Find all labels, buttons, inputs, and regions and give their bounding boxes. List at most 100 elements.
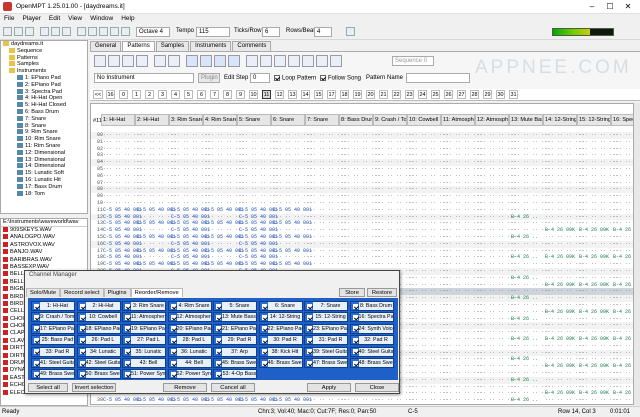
channel-toggle-button[interactable]: 24: Synth Voice	[349, 323, 394, 334]
channel-check-icon[interactable]	[34, 337, 39, 343]
channel-header[interactable]: 3: Rim Snare	[169, 114, 203, 126]
tree-item[interactable]: 15: Lunatic Soft	[1, 170, 87, 177]
menu-edit[interactable]: Edit	[45, 14, 64, 22]
channel-check-icon[interactable]	[307, 303, 312, 309]
channel-toggle-button[interactable]: 4: Rim Snare	[167, 301, 212, 311]
pattern-cell[interactable]: B-4 26 09K	[579, 390, 609, 397]
pattern-cell[interactable]: ··· ·· ·· ···	[613, 295, 633, 302]
order-item[interactable]: 26	[444, 90, 453, 99]
order-item[interactable]: 21	[379, 90, 388, 99]
follow-song-checkbox[interactable]: Follow Song	[320, 75, 361, 82]
pattern-cell[interactable]: B-4 26 ..	[511, 316, 538, 323]
tree-item[interactable]: Patterns	[1, 55, 87, 62]
channel-check-icon[interactable]	[125, 337, 130, 343]
channel-toggle-button[interactable]: 15: 12-String	[304, 312, 348, 323]
pattern-cell[interactable]: ··· ·· ·· ···	[613, 316, 633, 323]
tree-item[interactable]: 3: Spectra Pad	[1, 89, 87, 96]
pattern-cell[interactable]: B-4 26 ..	[511, 377, 538, 384]
pattern-cell[interactable]: ··· ·· ·· ···	[613, 152, 633, 159]
channel-toggle-button[interactable]: 26: Pad L	[76, 335, 121, 346]
menu-file[interactable]: File	[0, 14, 18, 22]
channel-header[interactable]: 6: Snare	[271, 114, 305, 126]
channel-header[interactable]: 8: Bass Drum	[339, 114, 373, 126]
channel-toggle-button[interactable]: 17: EPiano Pad	[31, 323, 75, 334]
pattern-cell[interactable]: B-4 26 09K	[613, 282, 633, 289]
channel-check-icon[interactable]	[216, 349, 221, 355]
channel-toggle-button[interactable]: 16: Spectra Pad	[349, 312, 394, 323]
channel-toggle-button[interactable]: 42: Steel Guitar	[76, 358, 121, 368]
pattern-cell[interactable]: ··· ·· ·· ···	[613, 193, 633, 200]
channel-check-icon[interactable]	[34, 314, 39, 320]
channel-header[interactable]: 1: Hi-Hat	[101, 114, 135, 126]
insert-pattern-icon[interactable]	[154, 55, 166, 67]
channel-check-icon[interactable]	[352, 360, 358, 366]
pattern-cell[interactable]: B-4 26 09K	[613, 336, 633, 343]
channel-check-icon[interactable]	[79, 349, 85, 355]
minimize-button[interactable]: –	[586, 2, 598, 12]
pattern-cell[interactable]: B-4 26 09K	[545, 363, 575, 370]
pattern-cell[interactable]: ··· ·· ·· ···	[613, 248, 633, 255]
channel-check-icon[interactable]	[170, 349, 176, 355]
channel-check-icon[interactable]	[170, 337, 176, 343]
channel-check-icon[interactable]	[34, 303, 39, 309]
tree-item[interactable]: 9: Rim Snare	[1, 129, 87, 136]
channel-check-icon[interactable]	[307, 326, 312, 332]
pattern-cell[interactable]: B-4 26 09K	[613, 227, 633, 234]
order-item[interactable]: 4	[171, 90, 180, 99]
copy-pattern-icon[interactable]	[168, 55, 180, 67]
channel-manager-icon[interactable]	[214, 55, 226, 67]
channel-toggle-button[interactable]: 47: Brass Swell	[304, 358, 348, 368]
plugin-button[interactable]: Plugin	[198, 73, 220, 83]
tree-item[interactable]: 13: Dimensional	[1, 157, 87, 164]
channel-check-icon[interactable]	[170, 303, 176, 309]
close-dialog-button[interactable]: Close	[355, 383, 399, 392]
channel-toggle-button[interactable]: 53: 4-Op Bass	[213, 369, 257, 380]
pattern-cell[interactable]: B-4 26 09K	[545, 227, 575, 234]
order-item[interactable]: 1	[132, 90, 141, 99]
channel-check-icon[interactable]	[261, 326, 267, 332]
order-item[interactable]: 8	[223, 90, 232, 99]
channel-check-icon[interactable]	[352, 314, 358, 320]
menu-window[interactable]: Window	[86, 14, 117, 22]
tree-item[interactable]: daydreams.it	[1, 41, 87, 48]
cut-icon[interactable]	[40, 27, 49, 36]
pattern-cell[interactable]: B-4 26 09K	[579, 254, 609, 261]
channel-toggle-button[interactable]: 20: EPiano Pad	[167, 323, 212, 334]
tree-item[interactable]: 17: Bass Drum	[1, 184, 87, 191]
channel-toggle-button[interactable]: 34: Lunatic	[76, 346, 121, 357]
pattern-cell[interactable]: B-4 26 09K	[545, 336, 575, 343]
tree-item[interactable]: Sequence	[1, 48, 87, 55]
channel-check-icon[interactable]	[352, 303, 358, 309]
follow-check-icon[interactable]	[320, 75, 326, 81]
channel-check-icon[interactable]	[79, 360, 85, 366]
channel-toggle-button[interactable]: 49: Brass Swell	[31, 369, 75, 380]
pattern-cell[interactable]: B-4 26 ..	[511, 254, 538, 261]
order-item[interactable]: 7	[210, 90, 219, 99]
pattern-cell[interactable]: ··· ·· ·· ···	[613, 139, 633, 146]
pattern-cell[interactable]: ··· ·· ·· ···	[613, 261, 633, 268]
channel-check-icon[interactable]	[34, 326, 39, 332]
channel-toggle-button[interactable]: 32: Pad R	[349, 335, 394, 346]
sequence-select[interactable]: Sequence 0	[392, 56, 434, 66]
menu-view[interactable]: View	[64, 14, 86, 22]
channel-toggle-button[interactable]: 2: Hi-Hat	[76, 301, 121, 311]
pattern-cell[interactable]: ··· ·· ·· ···	[613, 207, 633, 214]
play-icon[interactable]	[77, 27, 86, 36]
order-item[interactable]: 31	[509, 90, 518, 99]
channel-check-icon[interactable]	[79, 326, 85, 332]
pattern-cell[interactable]: ··· ·· ·· ···	[613, 288, 633, 295]
order-item[interactable]: 28	[470, 90, 479, 99]
order-item[interactable]: 30	[496, 90, 505, 99]
tree-item[interactable]: 10: Rim Snare	[1, 136, 87, 143]
channel-toggle-button[interactable]: 8: Bass Drum	[349, 301, 394, 311]
pattern-cell[interactable]: B-4 26 ..	[511, 234, 538, 241]
remove-button[interactable]: Remove	[163, 383, 207, 392]
grow-icon[interactable]	[288, 55, 300, 67]
pattern-cell[interactable]: ··· ·· ·· ···	[613, 329, 633, 336]
channel-check-icon[interactable]	[216, 314, 221, 320]
metronome-icon[interactable]	[121, 27, 130, 36]
channel-check-icon[interactable]	[261, 360, 267, 366]
tree-item[interactable]: 5: Hi-Hat Closed	[1, 102, 87, 109]
channel-check-icon[interactable]	[170, 360, 176, 366]
tab-reorder-remove[interactable]: Reorder/Remove	[130, 288, 183, 297]
